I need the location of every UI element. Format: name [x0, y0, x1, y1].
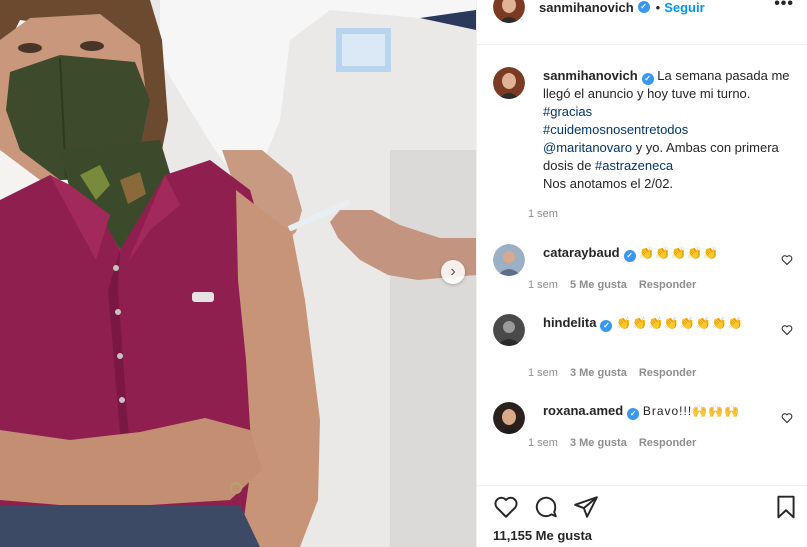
- comment-body: hindelita ✓ 👏👏👏👏👏👏👏👏: [543, 314, 793, 346]
- reply-button[interactable]: Responder: [639, 279, 696, 291]
- hashtag-astrazeneca[interactable]: #astrazeneca: [595, 158, 673, 173]
- caption-text-3: Nos anotamos el 2/02.: [543, 176, 674, 191]
- comment-item: roxana.amed ✓ Bravo!!!🙌🙌🙌: [493, 402, 793, 434]
- comment-text: 👏👏👏👏👏: [639, 246, 719, 260]
- mention-maritanovaro[interactable]: @maritanovaro: [543, 140, 632, 155]
- comment-time[interactable]: 1 sem: [528, 279, 558, 291]
- heart-icon[interactable]: [781, 254, 793, 266]
- comment-meta: 1 sem 5 Me gusta Responder: [528, 279, 696, 291]
- verified-icon: ✓: [637, 1, 650, 13]
- heart-icon[interactable]: [781, 324, 793, 336]
- more-icon[interactable]: •••: [774, 0, 794, 13]
- post-sidebar: sanmihanovich ✓ • Seguir ••• sanmihanovi…: [476, 0, 807, 547]
- comment-likes[interactable]: 5 Me gusta: [570, 279, 627, 291]
- comments-list[interactable]: sanmihanovich ✓ La semana pasada me llegó…: [477, 45, 807, 485]
- post-photo[interactable]: ›: [0, 0, 476, 547]
- caption-body: sanmihanovich ✓ La semana pasada me llegó…: [543, 67, 793, 193]
- commenter-avatar[interactable]: [493, 314, 525, 346]
- verified-icon: ✓: [627, 408, 640, 420]
- comment-body: cataraybaud ✓ 👏👏👏👏👏: [543, 244, 793, 276]
- comment-likes[interactable]: 3 Me gusta: [570, 367, 627, 379]
- comment-text: Bravo!!!🙌🙌🙌: [642, 404, 741, 418]
- comment-time[interactable]: 1 sem: [528, 437, 558, 449]
- caption: sanmihanovich ✓ La semana pasada me llegó…: [493, 67, 793, 193]
- share-icon[interactable]: [573, 494, 599, 520]
- caption-avatar[interactable]: [493, 67, 525, 99]
- caption-username[interactable]: sanmihanovich: [543, 68, 638, 83]
- comment-icon[interactable]: [533, 494, 559, 520]
- commenter-avatar[interactable]: [493, 244, 525, 276]
- verified-icon: ✓: [641, 73, 654, 85]
- comment-item: hindelita ✓ 👏👏👏👏👏👏👏👏: [493, 314, 793, 346]
- heart-icon[interactable]: [781, 412, 793, 424]
- comment-time[interactable]: 1 sem: [528, 367, 558, 379]
- reply-button[interactable]: Responder: [639, 437, 696, 449]
- caption-meta: 1 sem: [528, 208, 558, 220]
- comment-item: cataraybaud ✓ 👏👏👏👏👏: [493, 244, 793, 276]
- comment-text: 👏👏👏👏👏👏👏👏: [616, 316, 744, 330]
- comment-meta: 1 sem 3 Me gusta Responder: [528, 367, 696, 379]
- vaccination-photo: [0, 0, 476, 547]
- verified-icon: ✓: [600, 320, 613, 332]
- follow-button[interactable]: Seguir: [664, 0, 704, 15]
- heart-icon[interactable]: [493, 494, 519, 520]
- post-header: sanmihanovich ✓ • Seguir •••: [477, 0, 807, 23]
- next-photo-button[interactable]: ›: [441, 260, 465, 284]
- comment-username[interactable]: roxana.amed: [543, 403, 623, 418]
- reply-button[interactable]: Responder: [639, 367, 696, 379]
- action-bar: [493, 494, 795, 520]
- comment-username[interactable]: cataraybaud: [543, 245, 620, 260]
- hashtag-gracias[interactable]: #gracias: [543, 104, 592, 119]
- likes-count[interactable]: 11,155 Me gusta: [493, 528, 592, 543]
- bookmark-icon[interactable]: [773, 494, 799, 520]
- comment-likes[interactable]: 3 Me gusta: [570, 437, 627, 449]
- commenter-avatar[interactable]: [493, 402, 525, 434]
- verified-icon: ✓: [623, 250, 636, 262]
- author-avatar[interactable]: [493, 0, 525, 23]
- comment-username[interactable]: hindelita: [543, 315, 596, 330]
- comment-meta: 1 sem 3 Me gusta Responder: [528, 437, 696, 449]
- caption-time[interactable]: 1 sem: [528, 208, 558, 220]
- hashtag-cuidemos[interactable]: #cuidemosnosentretodos: [543, 122, 688, 137]
- header-separator: •: [655, 0, 661, 15]
- comment-body: roxana.amed ✓ Bravo!!!🙌🙌🙌: [543, 402, 793, 434]
- chevron-right-icon: ›: [450, 263, 456, 280]
- author-username[interactable]: sanmihanovich: [539, 0, 634, 15]
- divider: [477, 485, 807, 486]
